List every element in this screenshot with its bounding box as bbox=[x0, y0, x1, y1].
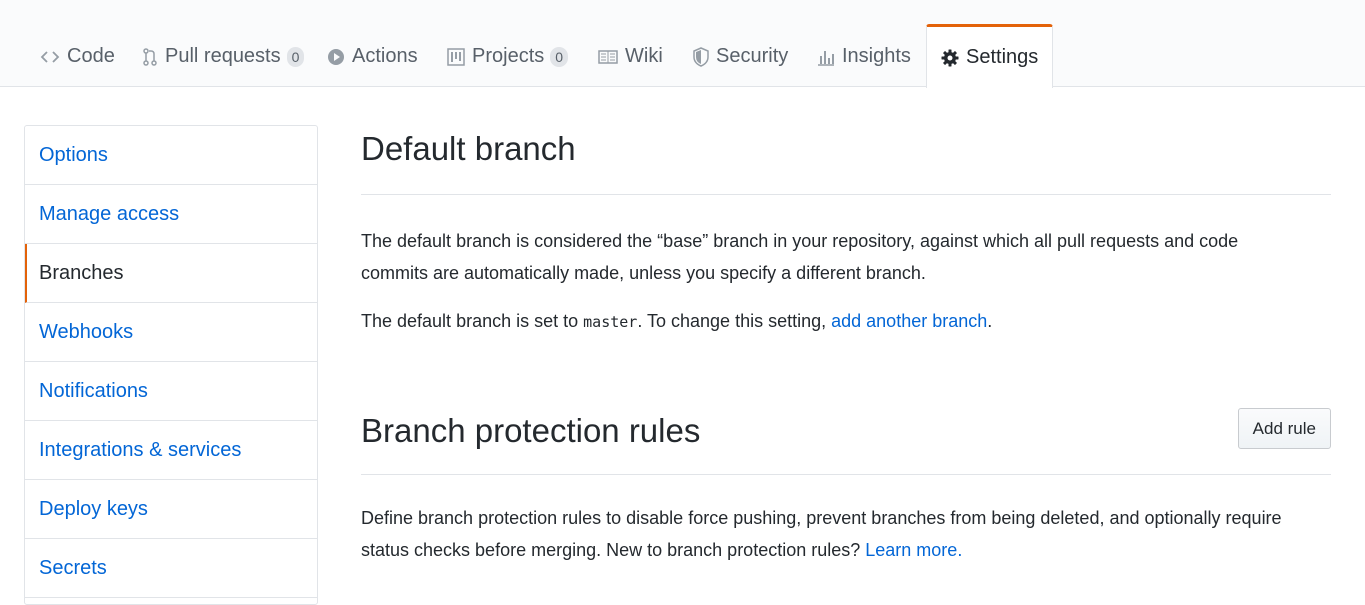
pull-requests-count: 0 bbox=[286, 46, 305, 67]
tab-code[interactable]: Code bbox=[40, 26, 115, 87]
tab-label: Security bbox=[716, 45, 789, 67]
add-another-branch-link[interactable]: add another branch bbox=[831, 311, 987, 331]
gear-icon bbox=[941, 49, 959, 67]
sidebar-item-deploy-keys[interactable]: Deploy keys bbox=[25, 480, 317, 539]
sidebar-item-integrations-services[interactable]: Integrations & services bbox=[25, 421, 317, 480]
play-icon bbox=[327, 48, 345, 66]
pull-request-icon bbox=[142, 47, 158, 67]
learn-more-link[interactable]: Learn more. bbox=[865, 540, 962, 560]
default-branch-setting-text: The default branch is set to master. To … bbox=[361, 305, 1331, 338]
repo-nav-tabs: Code Pull requests 0 Actions Projects 0 … bbox=[0, 0, 1365, 88]
branch-protection-description: Define branch protection rules to disabl… bbox=[361, 502, 1326, 566]
sidebar-item-secrets[interactable]: Secrets bbox=[25, 539, 317, 598]
default-branch-header: Default branch bbox=[361, 130, 1331, 195]
tab-label: Insights bbox=[842, 45, 911, 67]
tab-label: Wiki bbox=[625, 45, 663, 67]
sidebar-item-webhooks[interactable]: Webhooks bbox=[25, 303, 317, 362]
graph-icon bbox=[817, 48, 835, 66]
default-branch-name: master bbox=[583, 313, 638, 331]
default-branch-set-middle: . To change this setting, bbox=[637, 311, 832, 331]
tab-label: Actions bbox=[352, 45, 418, 67]
branch-protection-header: Branch protection rules Add rule bbox=[361, 408, 1331, 475]
default-branch-set-suffix: . bbox=[987, 311, 993, 331]
default-branch-title: Default branch bbox=[361, 130, 576, 167]
tab-pull-requests[interactable]: Pull requests 0 bbox=[142, 26, 305, 87]
default-branch-section: Default branch The default branch is con… bbox=[361, 130, 1331, 338]
tab-label: Code bbox=[67, 45, 115, 67]
tab-label: Pull requests bbox=[165, 45, 281, 67]
branch-protection-title: Branch protection rules bbox=[361, 412, 701, 449]
default-branch-description: The default branch is considered the “ba… bbox=[361, 231, 1239, 283]
tab-label: Projects bbox=[472, 45, 545, 67]
tab-insights[interactable]: Insights bbox=[817, 26, 911, 87]
sidebar-item-manage-access[interactable]: Manage access bbox=[25, 185, 317, 244]
add-rule-button[interactable]: Add rule bbox=[1237, 408, 1331, 449]
sidebar-item-branches[interactable]: Branches bbox=[25, 244, 317, 303]
tab-actions[interactable]: Actions bbox=[327, 26, 418, 87]
projects-count: 0 bbox=[550, 46, 569, 67]
code-icon bbox=[40, 49, 60, 65]
shield-icon bbox=[693, 46, 709, 67]
branches-settings-main: Default branch The default branch is con… bbox=[361, 130, 1331, 566]
tab-security[interactable]: Security bbox=[693, 26, 788, 87]
branch-protection-section: Branch protection rules Add rule Define … bbox=[361, 408, 1331, 566]
branch-protection-description-text: Define branch protection rules to disabl… bbox=[361, 508, 1282, 560]
tab-settings[interactable]: Settings bbox=[926, 24, 1054, 88]
settings-sidebar: Options Manage access Branches Webhooks … bbox=[24, 125, 318, 605]
default-branch-set-prefix: The default branch is set to bbox=[361, 311, 584, 331]
sidebar-item-options[interactable]: Options bbox=[25, 126, 317, 185]
tab-projects[interactable]: Projects 0 bbox=[447, 26, 569, 87]
sidebar-item-notifications[interactable]: Notifications bbox=[25, 362, 317, 421]
tab-label: Settings bbox=[966, 46, 1039, 68]
book-icon bbox=[598, 49, 618, 65]
project-icon bbox=[447, 47, 465, 66]
tab-wiki[interactable]: Wiki bbox=[598, 26, 663, 87]
